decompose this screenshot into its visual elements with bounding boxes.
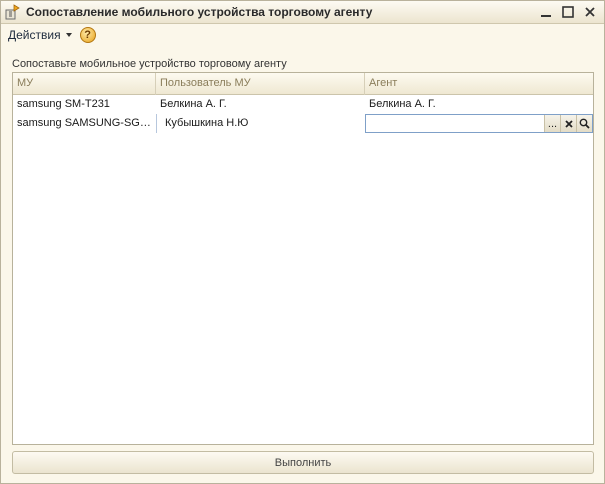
open-button[interactable] (576, 115, 592, 132)
agent-field-buttons: ... (544, 115, 592, 132)
column-header-agent[interactable]: Агент (365, 73, 593, 95)
mapping-table: МУ Пользователь МУ Агент samsung SM-T231… (12, 72, 594, 445)
ellipsis-icon: ... (547, 117, 558, 130)
actions-menu-button[interactable]: Действия (8, 28, 72, 42)
user-cell[interactable]: Белкина А. Г. (156, 95, 365, 114)
window-title: Сопоставление мобильного устройства торг… (26, 5, 373, 19)
actions-label: Действия (8, 28, 61, 42)
user-cell[interactable]: Кубышкина Н.Ю (156, 114, 365, 133)
table-header: МУ Пользователь МУ Агент (13, 73, 593, 95)
instruction-text: Сопоставьте мобильное устройство торгово… (12, 58, 287, 70)
help-icon[interactable]: ? (79, 27, 96, 43)
dialog-window: Сопоставление мобильного устройства торг… (0, 0, 605, 484)
clear-button[interactable] (560, 115, 576, 132)
device-cell[interactable]: samsung SM-T231 (13, 95, 156, 114)
column-header-user[interactable]: Пользователь МУ (156, 73, 365, 95)
title-bar[interactable]: Сопоставление мобильного устройства торг… (1, 1, 604, 24)
chevron-down-icon (65, 33, 72, 37)
agent-input[interactable] (366, 115, 546, 132)
table-row[interactable]: samsung SAMSUNG-SGH-... Кубышкина Н.Ю ..… (13, 114, 593, 133)
close-icon[interactable] (582, 4, 598, 20)
search-icon (579, 118, 590, 129)
table-row[interactable]: samsung SM-T231 Белкина А. Г. Белкина А.… (13, 95, 593, 114)
window-controls (538, 4, 598, 20)
agent-cell[interactable]: Белкина А. Г. (365, 95, 593, 114)
agent-input-field[interactable]: ... (365, 114, 593, 133)
column-header-device[interactable]: МУ (13, 73, 156, 95)
minimize-icon[interactable] (538, 4, 554, 20)
toolbar: Действия ? (1, 24, 604, 46)
choose-button[interactable]: ... (544, 115, 560, 132)
app-icon (5, 4, 21, 20)
maximize-icon[interactable] (560, 4, 576, 20)
clear-icon (564, 119, 573, 128)
execute-button[interactable]: Выполнить (12, 451, 594, 474)
device-cell[interactable]: samsung SAMSUNG-SGH-... (13, 114, 156, 133)
